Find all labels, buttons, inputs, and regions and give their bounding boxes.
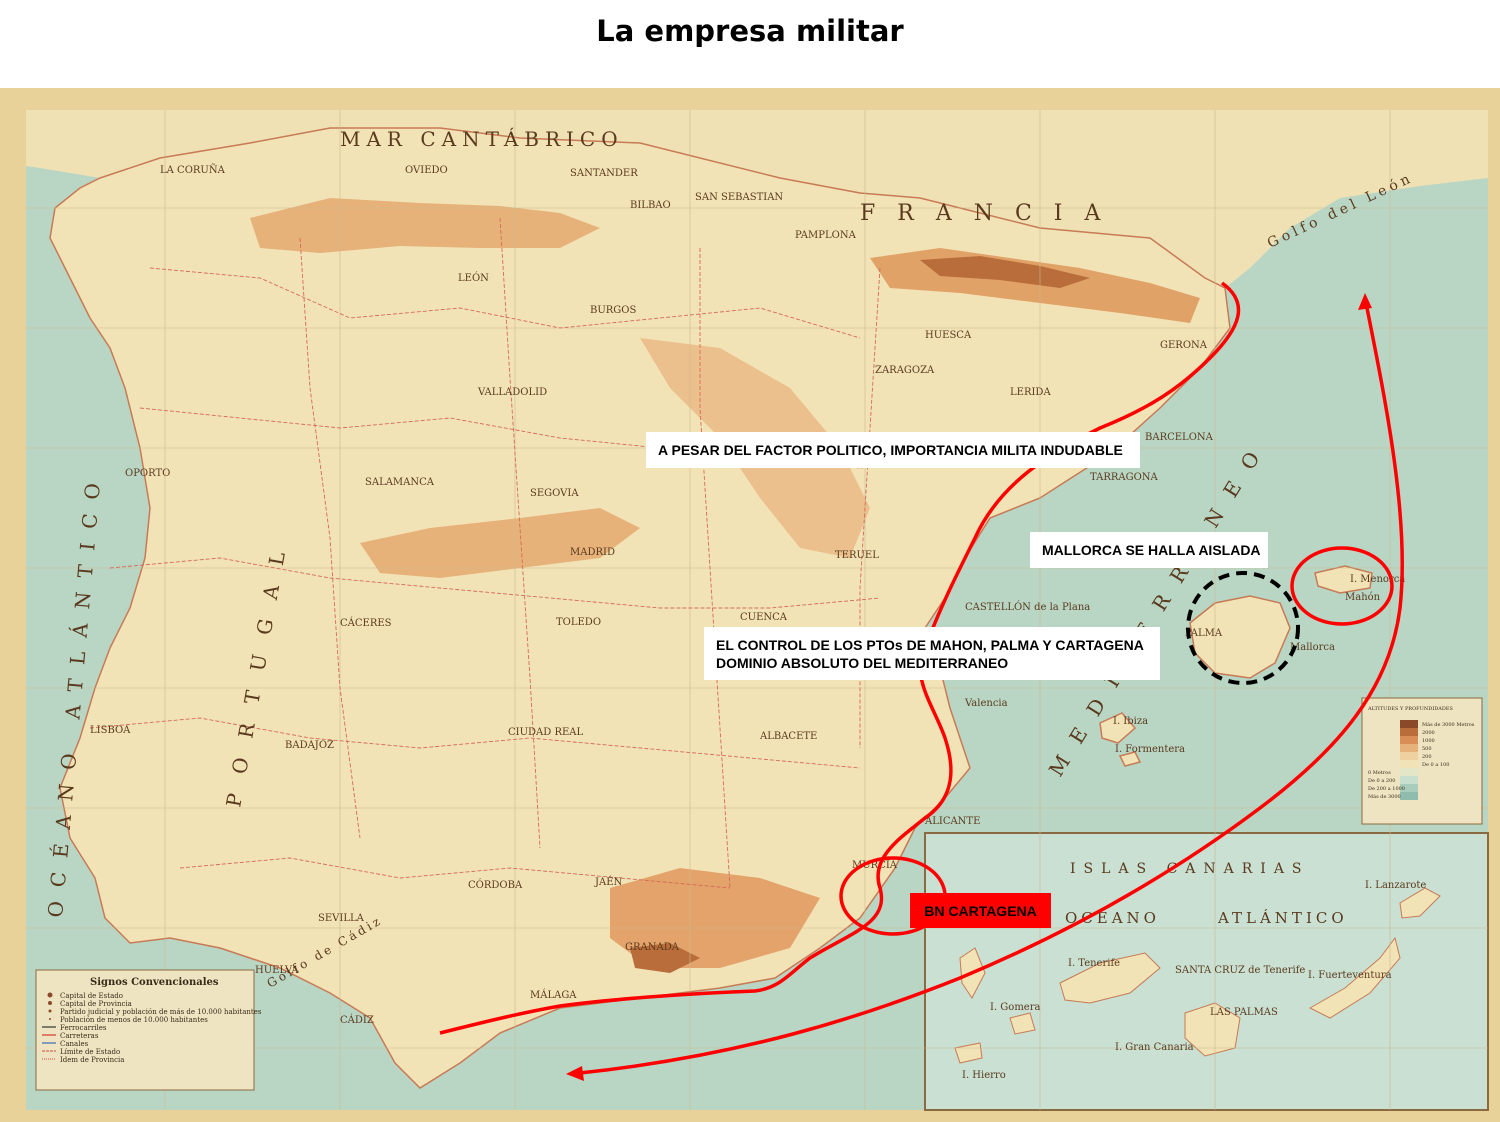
- city-label: SAN SEBASTIAN: [695, 192, 783, 203]
- city-label: ALICANTE: [924, 816, 980, 827]
- annotation-mallorca: MALLORCA SE HALLA AISLADA: [1030, 532, 1268, 568]
- city-label: TOLEDO: [556, 617, 601, 628]
- island-label: I. Tenerife: [1068, 958, 1120, 969]
- canarias-oceano: OCÉANO: [1065, 909, 1160, 927]
- island-label: I. Fuerteventura: [1308, 970, 1392, 981]
- city-label: CÓRDOBA: [468, 879, 523, 891]
- canarias-atlantico: ATLÁNTICO: [1217, 909, 1348, 927]
- city-label: JAÉN: [594, 876, 623, 888]
- altitude-item: 2000: [1422, 730, 1435, 736]
- city-label: ZARAGOZA: [875, 365, 935, 376]
- city-label: Mahón: [1345, 592, 1381, 603]
- altitude-item: De 0 a 100: [1422, 762, 1449, 768]
- legend-item: Carreteras: [60, 1032, 99, 1040]
- city-label: BILBAO: [630, 200, 671, 211]
- annotation-control-line2: DOMINIO ABSOLUTO DEL MEDITERRANEO: [716, 654, 1009, 671]
- legend-item: Idem de Provincia: [60, 1056, 124, 1064]
- city-label: LERIDA: [1010, 387, 1051, 398]
- city-label: CUENCA: [740, 612, 788, 623]
- island-label: I. Lanzarote: [1365, 880, 1426, 891]
- annotation-control: EL CONTROL DE LOS PTOs DE MAHON, PALMA Y…: [704, 627, 1160, 680]
- altitude-item: 0 Metros: [1368, 770, 1391, 776]
- altitudes-title: ALTITUDES Y PROFUNDIDADES: [1367, 706, 1453, 712]
- legend-item: Ferrocarriles: [60, 1024, 107, 1032]
- city-label: SEGOVIA: [530, 488, 579, 499]
- city-label: GERONA: [1160, 340, 1208, 351]
- legend-title: Signos Convencionales: [90, 977, 219, 988]
- altitude-item: 500: [1422, 746, 1432, 752]
- city-label: Valencia: [964, 698, 1008, 709]
- city-label: LA CORUÑA: [160, 164, 226, 176]
- city-label: OPORTO: [125, 468, 170, 479]
- annotation-cartagena: BN CARTAGENA: [910, 893, 1051, 928]
- country-label-francia: FRANCIA: [860, 201, 1122, 226]
- legend-item: Capital de Provincia: [60, 1000, 132, 1008]
- annotation-politico: A PESAR DEL FACTOR POLITICO, IMPORTANCIA…: [646, 432, 1140, 468]
- city-label: BARCELONA: [1145, 432, 1214, 443]
- city-label: LISBOA: [90, 725, 131, 736]
- city-label: BURGOS: [590, 305, 636, 316]
- city-label: BADAJOZ: [285, 740, 334, 751]
- city-label: HUELVA: [255, 965, 299, 976]
- city-label: CASTELLÓN de la Plana: [965, 601, 1090, 613]
- city-label: Mallorca: [1290, 642, 1335, 653]
- city-label: VALLADOLID: [477, 387, 547, 398]
- sea-label-cantabrico: MAR CANTÁBRICO: [340, 127, 624, 151]
- city-label: SANTANDER: [570, 168, 638, 179]
- altitude-item: 200: [1422, 754, 1432, 760]
- city-label: OVIEDO: [405, 165, 448, 176]
- island-label: SANTA CRUZ de Tenerife: [1175, 965, 1305, 976]
- city-label: ALBACETE: [759, 731, 817, 742]
- altitude-item: 1000: [1422, 738, 1435, 744]
- city-label: I. Ibiza: [1113, 716, 1148, 727]
- city-label: CÁDIZ: [340, 1014, 374, 1026]
- legend-item: Población de menos de 10.000 habitantes: [60, 1016, 208, 1024]
- legend-item: Límite de Estado: [60, 1048, 120, 1056]
- island-label: I. Hierro: [962, 1070, 1006, 1081]
- altitudes-legend: [1361, 697, 1483, 825]
- city-label: LEÓN: [458, 272, 489, 284]
- city-label: SALAMANCA: [365, 477, 435, 488]
- slide-title: La empresa militar: [596, 14, 904, 48]
- city-label: PAMPLONA: [795, 230, 857, 241]
- city-label: MÁLAGA: [530, 989, 577, 1001]
- island-label: I. Gomera: [990, 1002, 1040, 1013]
- legend-item: Capital de Estado: [60, 992, 123, 1000]
- legend-item: Partido judicial y población de más de 1…: [60, 1008, 262, 1016]
- city-label: MADRID: [570, 547, 615, 558]
- altitude-item: De 200 a 1000: [1368, 786, 1405, 792]
- city-label: I. Menorca: [1350, 574, 1405, 585]
- city-label: CÁCERES: [340, 617, 392, 629]
- city-label: GRANADA: [625, 942, 680, 953]
- city-label: HUESCA: [925, 330, 972, 341]
- city-label: TERUEL: [835, 550, 879, 561]
- annotation-control-line1: EL CONTROL DE LOS PTOs DE MAHON, PALMA Y…: [716, 636, 1144, 653]
- map-canvas: MAR CANTÁBRICO FRANCIA PORTUGAL OCÉANO A…: [26, 110, 1489, 1111]
- city-label: I. Formentera: [1115, 744, 1185, 755]
- city-label: SEVILLA: [318, 913, 365, 924]
- city-label: TARRAGONA: [1090, 472, 1159, 483]
- legend-item: Canales: [60, 1040, 89, 1048]
- altitude-item: Más de 3000 Metros: [1422, 721, 1475, 728]
- island-label: I. Gran Canaria: [1115, 1042, 1194, 1053]
- altitude-item: De 0 a 200: [1368, 778, 1395, 784]
- city-label: CIUDAD REAL: [508, 727, 584, 738]
- canarias-title: ISLAS CANARIAS: [1070, 861, 1310, 877]
- island-label: LAS PALMAS: [1210, 1007, 1278, 1018]
- altitude-item: Más de 3000: [1368, 793, 1401, 800]
